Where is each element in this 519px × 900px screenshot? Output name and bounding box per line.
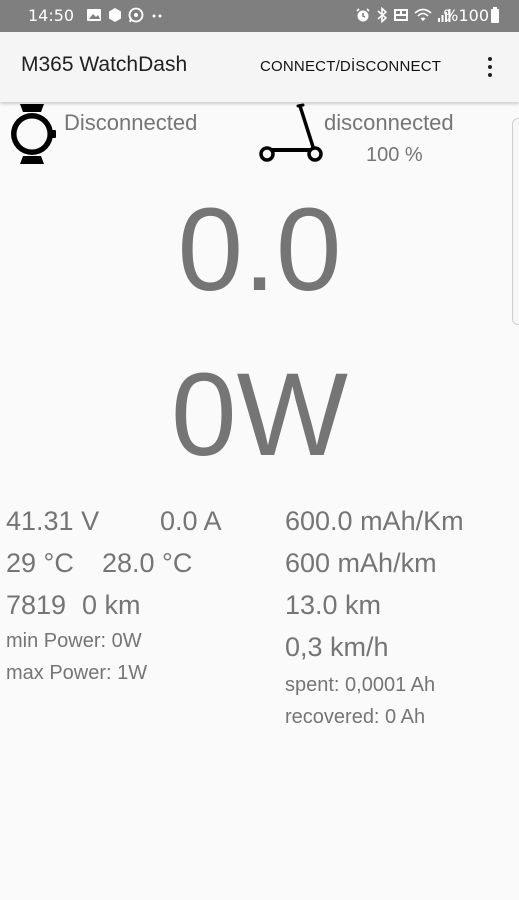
- status-time: 14:50: [28, 6, 75, 25]
- average-speed-value: 0,3 km/h: [285, 632, 389, 662]
- max-power-value: max Power: 1W: [6, 662, 148, 684]
- image-icon: [87, 9, 101, 21]
- scooter-battery-percentage: 100 %: [366, 144, 423, 166]
- speed-readout: 0.0: [177, 184, 342, 316]
- watch-connection-status: Disconnected: [64, 110, 198, 135]
- voltage-value: 41.31 V: [6, 506, 100, 536]
- hexagon-icon: [109, 8, 121, 22]
- alarm-icon: [356, 8, 370, 22]
- temperature-2-value: 28.0 °C: [102, 548, 193, 578]
- current-value: 0.0 A: [160, 506, 222, 536]
- min-power-value: min Power: 0W: [6, 630, 142, 652]
- average-consumption-value: 600 mAh/km: [285, 548, 437, 578]
- status-bar: 14:50 %100: [0, 0, 519, 32]
- bluetooth-icon: [377, 7, 388, 23]
- temperature-1-value: 29 °C: [6, 548, 74, 578]
- consumption-per-km-value: 600.0 mAh/Km: [285, 506, 464, 536]
- watch-icon: [11, 104, 56, 164]
- power-readout: 0W: [171, 349, 348, 481]
- battery-icon: [491, 7, 499, 23]
- volte-icon: [394, 9, 408, 21]
- wifi-icon: [414, 8, 432, 21]
- battery-percentage: %100: [443, 6, 489, 25]
- scooter-connection-status: disconnected: [324, 110, 454, 135]
- status-right-icons: [355, 7, 451, 23]
- overflow-menu-icon[interactable]: [478, 52, 502, 82]
- range-value: 13.0 km: [285, 590, 382, 620]
- app-bar: M365 WatchDash CONNECT/DİSCONNECT: [0, 32, 519, 102]
- app-title: M365 WatchDash: [21, 53, 188, 76]
- recovered-charge-value: recovered: 0 Ah: [285, 706, 426, 728]
- scooter-icon: [259, 103, 323, 162]
- whatsapp-icon: [128, 7, 144, 23]
- trip-distance-value: 0 km: [82, 590, 141, 620]
- odometer-value: 7819: [6, 590, 67, 620]
- status-left-icons: [86, 7, 164, 23]
- connect-disconnect-button[interactable]: CONNECT/DİSCONNECT: [254, 52, 447, 82]
- spent-charge-value: spent: 0,0001 Ah: [285, 674, 436, 696]
- more-dots-icon: [152, 14, 162, 18]
